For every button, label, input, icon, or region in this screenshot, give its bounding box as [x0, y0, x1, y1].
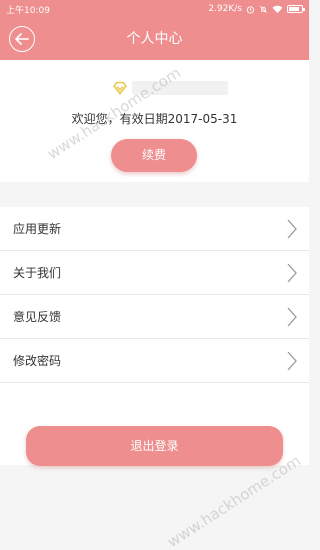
menu-item-change-password[interactable]: 修改密码: [0, 339, 309, 383]
battery-icon: [287, 5, 305, 13]
alarm-icon: [246, 5, 255, 14]
username-masked: [132, 81, 228, 95]
nav-bar: 个人中心: [0, 18, 309, 60]
menu-item-label: 应用更新: [13, 222, 62, 236]
status-bar: 上午10:09 2.92K/s: [0, 0, 309, 18]
menu-item-about-us[interactable]: 关于我们: [0, 251, 309, 295]
menu-item-label: 修改密码: [13, 354, 62, 368]
watermark-bottom: www.hackhome.com: [164, 451, 304, 550]
chevron-right-icon: [287, 263, 297, 282]
mute-icon: [260, 5, 267, 13]
status-icons: 2.92K/s: [208, 4, 305, 14]
chevron-right-icon: [287, 307, 297, 326]
back-arrow-icon: [15, 33, 29, 45]
net-speed: 2.92K/s: [208, 4, 242, 14]
profile-card: 欢迎您，有效日期2017-05-31 续费: [0, 60, 309, 182]
logout-button[interactable]: 退出登录: [26, 426, 283, 466]
menu-item-app-update[interactable]: 应用更新: [0, 207, 309, 251]
menu-item-label: 意见反馈: [13, 310, 62, 324]
menu-item-label: 关于我们: [13, 266, 62, 280]
menu-item-feedback[interactable]: 意见反馈: [0, 295, 309, 339]
vip-badge-icon: [113, 81, 127, 95]
vip-row: [112, 79, 228, 97]
chevron-right-icon: [287, 219, 297, 238]
chevron-right-icon: [287, 351, 297, 370]
status-time: 上午10:09: [6, 5, 50, 16]
page-title: 个人中心: [126, 31, 183, 47]
wifi-icon: [272, 5, 283, 13]
back-button[interactable]: [9, 26, 35, 52]
renew-button[interactable]: 续费: [111, 139, 197, 172]
welcome-text: 欢迎您，有效日期2017-05-31: [71, 112, 238, 126]
